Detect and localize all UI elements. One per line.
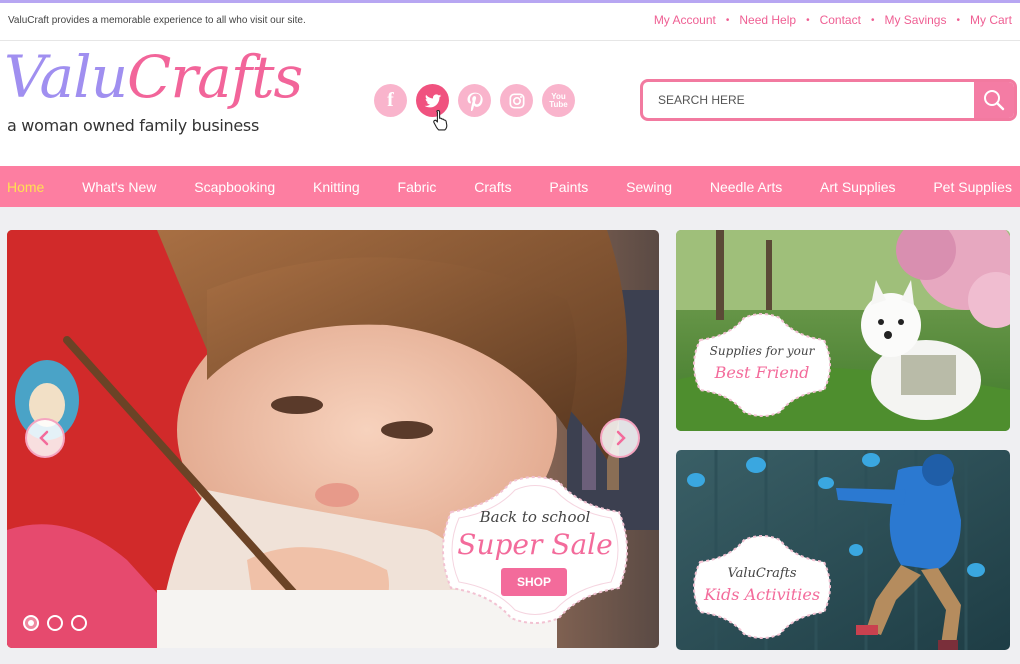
pet-badge: Supplies for your Best Friend xyxy=(686,310,838,420)
social-links: f You Tube xyxy=(374,84,575,117)
instagram-icon[interactable] xyxy=(500,84,533,117)
nav-item-knitting[interactable]: Knitting xyxy=(313,179,360,195)
slider-dot-2[interactable] xyxy=(47,615,63,631)
nav-item-art-supplies[interactable]: Art Supplies xyxy=(820,179,895,195)
search-button[interactable] xyxy=(974,82,1014,118)
nav-item-scrapbooking[interactable]: Scapbooking xyxy=(194,179,275,195)
main-navigation: Home What's New Scapbooking Knitting Fab… xyxy=(0,166,1020,207)
promo-kids-activities[interactable]: ValuCrafts Kids Activities xyxy=(676,450,1010,650)
nav-item-whats-new[interactable]: What's New xyxy=(82,179,156,195)
kids-badge-line1: ValuCrafts xyxy=(727,566,797,581)
pet-badge-line2: Best Friend xyxy=(714,363,810,382)
search-icon xyxy=(984,90,1005,111)
top-bar: ValuCraft provides a memorable experienc… xyxy=(0,3,1020,41)
shop-button[interactable]: SHOP xyxy=(501,568,567,596)
slider-pagination xyxy=(23,615,87,631)
sale-badge-line2: Super Sale xyxy=(457,528,613,561)
hand-cursor-icon xyxy=(433,109,448,131)
separator-dot: • xyxy=(806,14,810,26)
separator-dot: • xyxy=(725,14,730,26)
logo-subtitle: a woman owned family business xyxy=(7,116,259,135)
nav-item-home[interactable]: Home xyxy=(7,179,44,195)
logo-wordmark: ValuCrafts xyxy=(4,43,303,111)
sale-badge-line1: Back to school xyxy=(479,508,591,526)
nav-item-fabric[interactable]: Fabric xyxy=(398,179,437,195)
kids-badge: ValuCrafts Kids Activities xyxy=(686,532,838,642)
slider-prev-button[interactable] xyxy=(25,418,65,458)
my-account-link[interactable]: My Account xyxy=(654,13,716,27)
contact-link[interactable]: Contact xyxy=(820,13,861,27)
hero-slider[interactable]: Back to school Super Sale SHOP xyxy=(7,230,659,648)
slider-dot-3[interactable] xyxy=(71,615,87,631)
my-savings-link[interactable]: My Savings xyxy=(884,13,946,27)
nav-item-sewing[interactable]: Sewing xyxy=(626,179,672,195)
chevron-right-icon xyxy=(616,430,626,446)
search-box xyxy=(640,79,1017,121)
separator-dot: • xyxy=(870,14,875,26)
youtube-icon[interactable]: You Tube xyxy=(542,84,575,117)
pet-badge-line1: Supplies for your xyxy=(709,344,815,358)
my-cart-link[interactable]: My Cart xyxy=(970,13,1012,27)
kids-badge-line2: Kids Activities xyxy=(703,585,821,604)
chevron-left-icon xyxy=(39,430,49,446)
pinterest-icon[interactable] xyxy=(458,84,491,117)
account-links: My Account • Need Help • Contact • My Sa… xyxy=(654,13,1012,27)
separator-dot: • xyxy=(956,14,960,26)
search-input[interactable] xyxy=(643,82,975,118)
slider-dot-1[interactable] xyxy=(23,615,39,631)
nav-item-crafts[interactable]: Crafts xyxy=(474,179,511,195)
slider-next-button[interactable] xyxy=(600,418,640,458)
facebook-icon[interactable]: f xyxy=(374,84,407,117)
nav-item-pet-supplies[interactable]: Pet Supplies xyxy=(933,179,1012,195)
sale-badge: Back to school Super Sale SHOP xyxy=(431,472,639,628)
nav-item-needle-arts[interactable]: Needle Arts xyxy=(710,179,782,195)
site-tagline: ValuCraft provides a memorable experienc… xyxy=(8,15,306,26)
nav-item-paints[interactable]: Paints xyxy=(549,179,588,195)
need-help-link[interactable]: Need Help xyxy=(739,13,796,27)
site-logo[interactable]: ValuCrafts a woman owned family business xyxy=(4,43,303,149)
promo-pet-supplies[interactable]: Supplies for your Best Friend xyxy=(676,230,1010,431)
